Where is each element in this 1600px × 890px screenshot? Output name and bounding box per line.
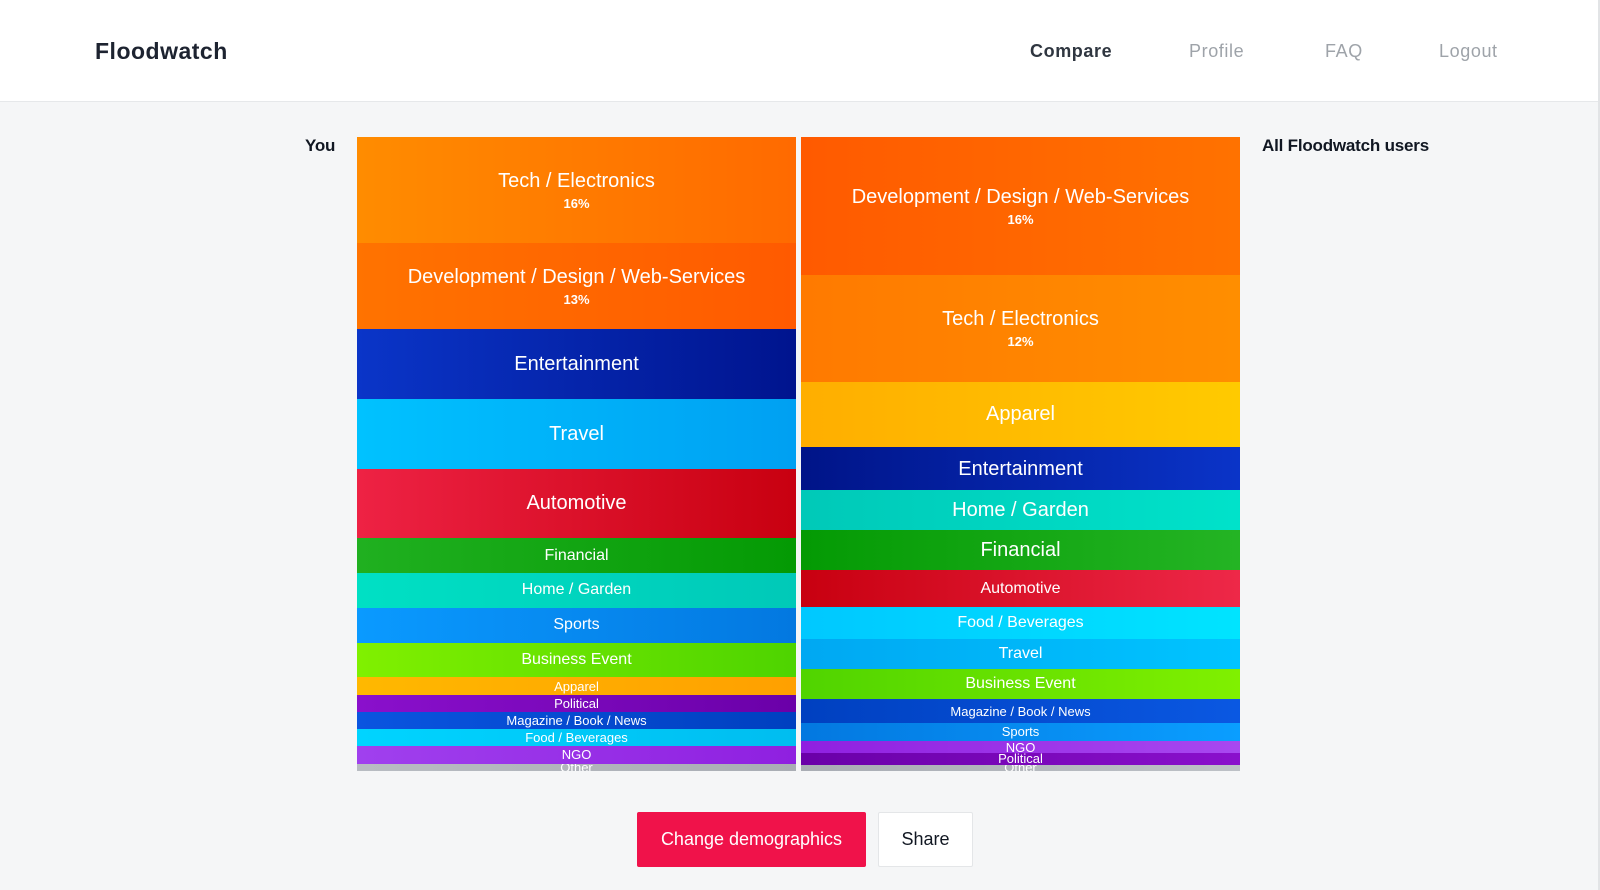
segment-sports[interactable]: Sports	[357, 607, 796, 643]
segment-financial[interactable]: Financial	[357, 538, 796, 573]
segment-magazine-book-news[interactable]: Magazine / Book / News	[357, 711, 796, 730]
segment-label: Tech / Electronics	[942, 308, 1099, 331]
segment-apparel[interactable]: Apparel	[357, 677, 796, 695]
all-users-interest-stack: Development / Design / Web-Services 16% Te…	[801, 137, 1240, 771]
segment-travel[interactable]: Travel	[801, 638, 1240, 669]
segment-label: Apparel	[986, 403, 1055, 426]
segment-other[interactable]: Other	[801, 764, 1240, 771]
segment-percent: 12%	[1007, 334, 1034, 350]
segment-development-design-web-services[interactable]: Development / Design / Web-Services 13%	[357, 243, 796, 330]
segment-label: Other	[560, 764, 593, 771]
nav-logout[interactable]: Logout	[1439, 41, 1498, 62]
segment-financial[interactable]: Financial	[801, 530, 1240, 571]
segment-travel[interactable]: Travel	[357, 398, 796, 469]
segment-label: Tech / Electronics	[498, 169, 655, 192]
segment-ngo[interactable]: NGO	[357, 746, 796, 764]
segment-label: Travel	[998, 644, 1043, 662]
segment-percent: 16%	[563, 195, 590, 211]
segment-business-event[interactable]: Business Event	[357, 642, 796, 678]
nav-compare[interactable]: Compare	[1030, 41, 1112, 62]
segment-entertainment[interactable]: Entertainment	[801, 446, 1240, 491]
segment-label: Other	[1004, 765, 1037, 771]
segment-political[interactable]: Political	[357, 694, 796, 712]
segment-development-design-web-services[interactable]: Development / Design / Web-Services 16%	[801, 137, 1240, 276]
you-label: You	[305, 136, 336, 155]
segment-label: Business Event	[965, 675, 1076, 693]
share-button[interactable]: Share	[878, 812, 973, 867]
segment-label: Development / Design / Web-Services	[407, 265, 746, 288]
you-interest-stack: Tech / Electronics 16% Development / Desig…	[357, 137, 796, 771]
segment-label: Apparel	[554, 678, 599, 694]
segment-tech-electronics[interactable]: Tech / Electronics 16%	[357, 137, 796, 244]
segment-other[interactable]: Other	[357, 763, 796, 771]
segment-label: Sports	[1001, 724, 1040, 740]
nav-faq[interactable]: FAQ	[1325, 41, 1363, 62]
segment-political[interactable]: Political	[801, 753, 1240, 765]
segment-percent: 13%	[563, 291, 590, 307]
segment-ngo[interactable]: NGO	[801, 741, 1240, 754]
segment-home-garden[interactable]: Home / Garden	[357, 572, 796, 608]
brand-logo[interactable]: Floodwatch	[95, 38, 228, 65]
header: Floodwatch Compare Profile FAQ Logout	[0, 0, 1600, 102]
segment-apparel[interactable]: Apparel	[801, 382, 1240, 447]
segment-home-garden[interactable]: Home / Garden	[801, 490, 1240, 531]
segment-label: Home / Garden	[952, 499, 1089, 522]
segment-label: Entertainment	[958, 457, 1083, 480]
nav-profile[interactable]: Profile	[1189, 41, 1244, 62]
segment-label: Home / Garden	[521, 581, 632, 599]
segment-label: Sports	[553, 616, 600, 634]
segment-sports[interactable]: Sports	[801, 722, 1240, 742]
segment-label: NGO	[561, 747, 592, 763]
segment-label: Business Event	[521, 651, 632, 669]
segment-label: Financial	[544, 546, 609, 564]
segment-label: Travel	[549, 422, 604, 445]
segment-automotive[interactable]: Automotive	[357, 468, 796, 539]
change-demographics-button[interactable]: Change demographics	[637, 812, 866, 867]
segment-food-beverages[interactable]: Food / Beverages	[357, 729, 796, 747]
segment-label: Food / Beverages	[525, 730, 628, 746]
segment-label: Financial	[980, 539, 1061, 562]
segment-label: Magazine / Book / News	[950, 703, 1091, 719]
segment-percent: 16%	[1007, 211, 1034, 227]
segment-label: Automotive	[526, 492, 627, 515]
segment-label: Automotive	[980, 579, 1061, 597]
segment-label: Development / Design / Web-Services	[851, 185, 1190, 208]
all-users-label: All Floodwatch users	[1262, 136, 1429, 155]
segment-label: NGO	[1005, 741, 1036, 754]
segment-magazine-book-news[interactable]: Magazine / Book / News	[801, 699, 1240, 723]
segment-label: Magazine / Book / News	[506, 713, 647, 728]
segment-entertainment[interactable]: Entertainment	[357, 329, 796, 399]
segment-food-beverages[interactable]: Food / Beverages	[801, 606, 1240, 639]
segment-label: Food / Beverages	[957, 613, 1084, 631]
segment-business-event[interactable]: Business Event	[801, 668, 1240, 700]
segment-tech-electronics[interactable]: Tech / Electronics 12%	[801, 275, 1240, 383]
segment-label: Political	[998, 753, 1043, 765]
segment-automotive[interactable]: Automotive	[801, 570, 1240, 607]
segment-label: Entertainment	[514, 353, 639, 376]
segment-label: Political	[554, 695, 599, 711]
